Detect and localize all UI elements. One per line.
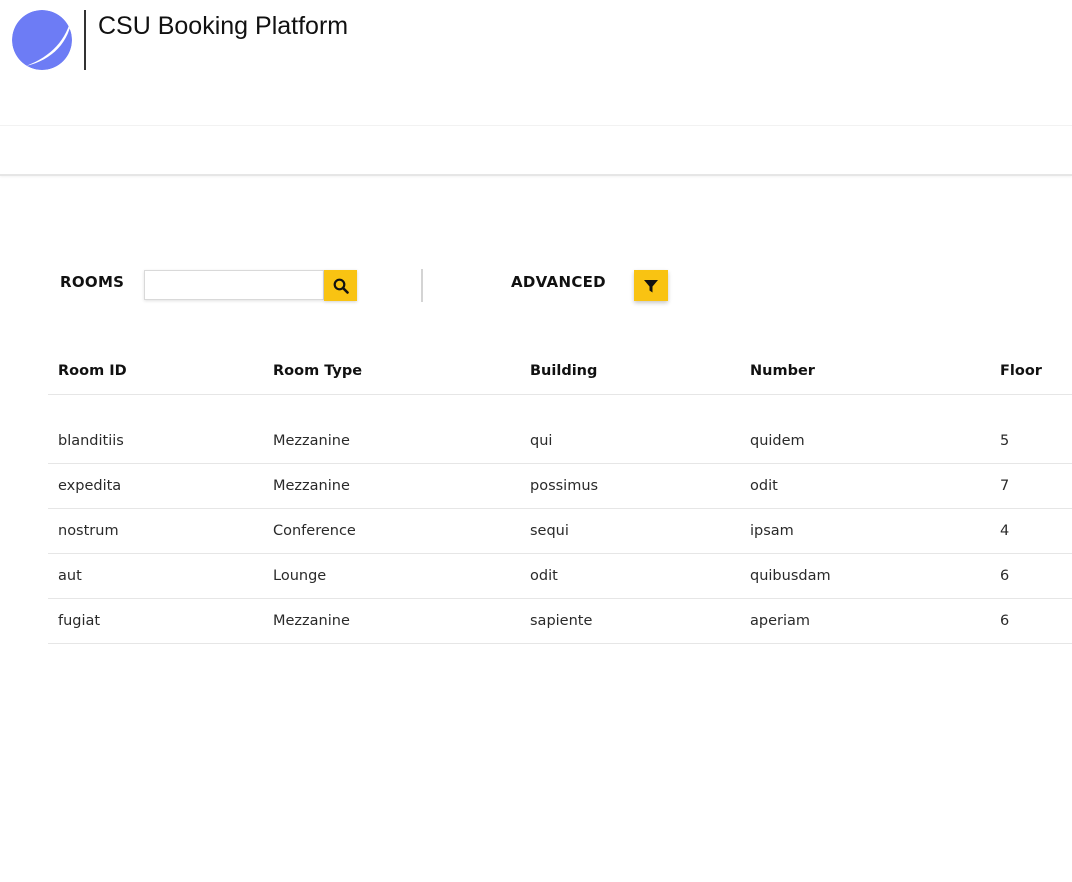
app-title: CSU Booking Platform (98, 12, 349, 40)
table-header: Room ID Room Type Building Number Floor (48, 350, 1072, 395)
search-icon (333, 278, 349, 294)
cell-number: ipsam (750, 523, 794, 539)
cell-floor: 7 (1000, 478, 1010, 494)
column-header-number[interactable]: Number (750, 363, 815, 379)
cell-room-type: Mezzanine (273, 433, 350, 449)
filter-icon (644, 279, 658, 292)
navigation-bar (0, 126, 1072, 176)
rooms-label: ROOMS (60, 273, 125, 291)
search-button[interactable] (324, 270, 357, 301)
cell-floor: 4 (1000, 523, 1010, 539)
cell-room-id: nostrum (58, 523, 119, 539)
column-header-room-id[interactable]: Room ID (58, 363, 127, 379)
table-row[interactable]: fugiat Mezzanine sapiente aperiam 6 (48, 599, 1072, 644)
table-row[interactable]: expedita Mezzanine possimus odit 7 (48, 464, 1072, 509)
column-header-floor[interactable]: Floor (1000, 363, 1042, 379)
filter-button[interactable] (634, 270, 668, 301)
cell-room-type: Mezzanine (273, 478, 350, 494)
cell-floor: 6 (1000, 568, 1010, 584)
cell-room-type: Lounge (273, 568, 327, 584)
cell-building: sapiente (530, 613, 593, 629)
cell-floor: 6 (1000, 613, 1010, 629)
cell-building: possimus (530, 478, 599, 494)
column-header-room-type[interactable]: Room Type (273, 363, 362, 379)
table-row[interactable]: blanditiis Mezzanine qui quidem 5 (48, 419, 1072, 464)
cell-number: odit (750, 478, 778, 494)
logo-divider (84, 10, 86, 70)
column-header-building[interactable]: Building (530, 363, 597, 379)
app-header: CSU Booking Platform (0, 0, 1072, 126)
table-row[interactable]: aut Lounge odit quibusdam 6 (48, 554, 1072, 599)
cell-room-id: aut (58, 568, 82, 584)
cell-number: quibusdam (750, 568, 831, 584)
rooms-table: Room ID Room Type Building Number Floor … (48, 350, 1072, 644)
advanced-label: ADVANCED (511, 273, 606, 291)
cell-number: aperiam (750, 613, 811, 629)
cell-building: odit (530, 568, 558, 584)
cell-room-type: Mezzanine (273, 613, 350, 629)
cell-room-type: Conference (273, 523, 356, 539)
cell-building: sequi (530, 523, 569, 539)
table-body: blanditiis Mezzanine qui quidem 5 expedi… (48, 419, 1072, 644)
cell-number: quidem (750, 433, 805, 449)
cell-room-id: blanditiis (58, 433, 124, 449)
globe-logo-icon[interactable] (12, 10, 72, 70)
cell-room-id: expedita (58, 478, 122, 494)
cell-floor: 5 (1000, 433, 1010, 449)
cell-building: qui (530, 433, 553, 449)
toolbar-divider (421, 269, 423, 302)
table-row[interactable]: nostrum Conference sequi ipsam 4 (48, 509, 1072, 554)
search-box (144, 270, 324, 300)
search-input[interactable] (145, 271, 323, 299)
cell-room-id: fugiat (58, 613, 101, 629)
